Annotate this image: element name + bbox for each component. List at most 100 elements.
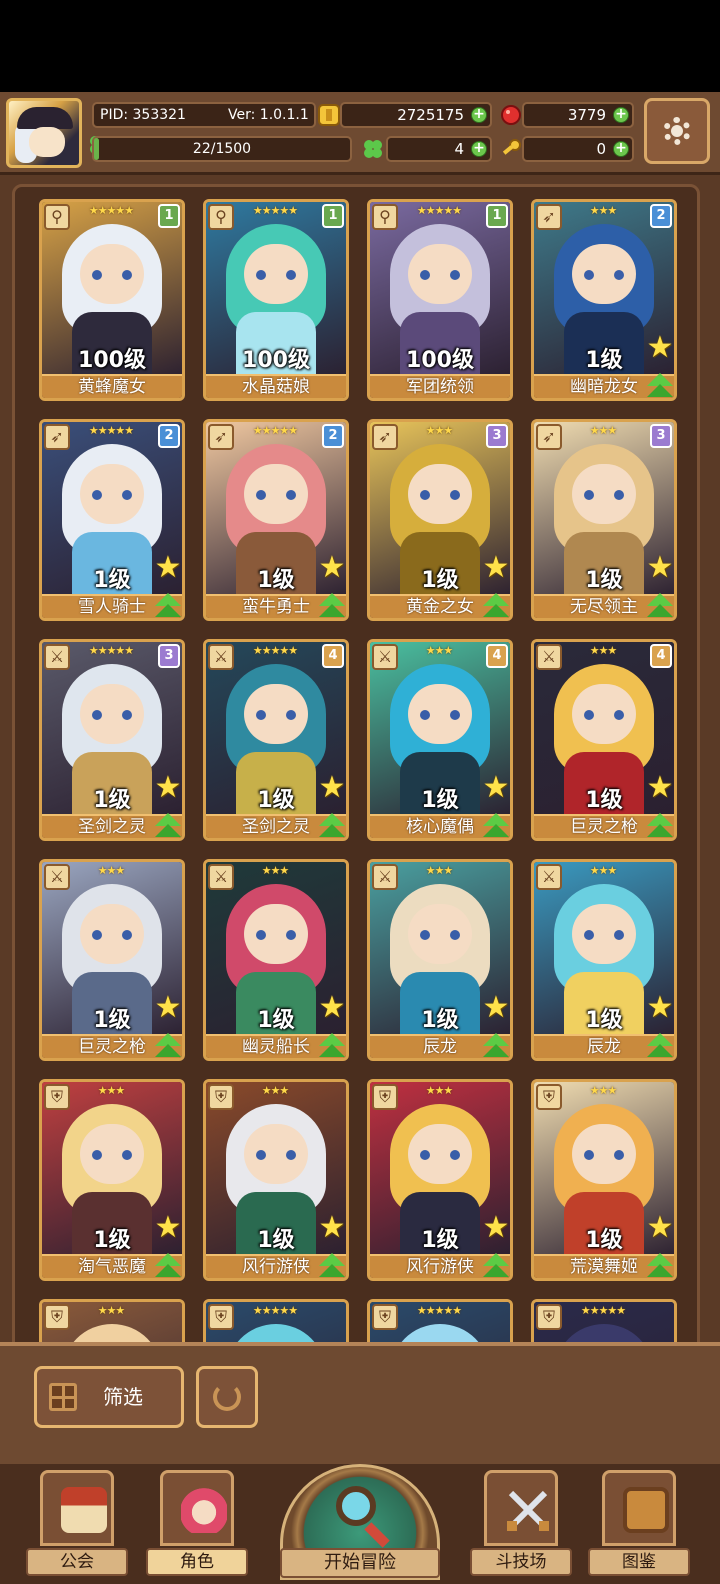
star-rating: ★★★ (97, 1304, 126, 1317)
level-up-arrow-icon[interactable] (647, 813, 673, 839)
level-up-arrow-icon[interactable] (319, 593, 345, 619)
nav-start-adventure[interactable]: 开始冒险 (272, 1464, 448, 1584)
hero-card[interactable]: ⚔ ★★★ 1级 巨灵之枪 (39, 859, 185, 1061)
hero-card[interactable]: ⚔ ★★★ 1级 辰龙 (531, 859, 677, 1061)
hero-card[interactable]: ⛨ ★★★ 1级 淘气恶魔 (39, 1079, 185, 1281)
star-rating: ★★★ (97, 1084, 126, 1097)
nav-codex-plate (602, 1470, 676, 1546)
hero-card[interactable]: ⚲ ★★★★★ 1 100级 黄蜂魔女 (39, 199, 185, 401)
hero-card[interactable]: ⛨ ★★★ 1级 风行游侠 (367, 1079, 513, 1281)
ruby-counter: 3779 + (522, 102, 634, 128)
shield-icon: ⛨ (536, 1084, 562, 1110)
hero-card[interactable]: ⚲ ★★★★★ 1 100级 水晶菇娘 (203, 199, 349, 401)
nav-guild[interactable]: 公会 (26, 1470, 128, 1582)
add-ruby-button[interactable]: + (613, 107, 629, 123)
add-gold-button[interactable]: + (471, 107, 487, 123)
level-up-arrow-icon[interactable] (319, 813, 345, 839)
hero-card[interactable]: ⚔ ★★★★★ 4 1级 圣剑之灵 (203, 639, 349, 841)
shield-icon: ⛨ (536, 1304, 562, 1330)
level-up-arrow-icon[interactable] (319, 1253, 345, 1279)
star-rating: ★★★ (97, 864, 126, 877)
hero-card[interactable]: ⛨ ★★★ 1级 荒漠舞姬 (531, 1079, 677, 1281)
star-rating: ★★★★★ (416, 1304, 462, 1317)
key-counter: 0 + (522, 136, 634, 162)
star-rating: ★★★★★ (252, 644, 298, 657)
level-up-arrow-icon[interactable] (155, 593, 181, 619)
nav-arena-plate (484, 1470, 558, 1546)
hero-eyes (92, 930, 132, 940)
level-up-arrow-icon[interactable] (647, 593, 673, 619)
hero-card[interactable]: ⚔ ★★★ 4 1级 巨灵之枪 (531, 639, 677, 841)
hero-level: 100级 (242, 348, 310, 373)
gold-coin-icon (318, 104, 340, 126)
hero-card[interactable]: ➶ ★★★ 3 1级 黄金之女 (367, 419, 513, 621)
level-up-arrow-icon[interactable] (647, 1033, 673, 1059)
hero-name: 黄蜂魔女 (42, 374, 182, 398)
tier-badge: 4 (322, 644, 344, 668)
shield-icon: ⛨ (372, 1084, 398, 1110)
hero-eyes (584, 270, 624, 280)
star-up-icon: ★ (646, 1210, 674, 1245)
wand-icon: ⚲ (44, 204, 70, 230)
hero-level: 100级 (406, 348, 474, 373)
hero-card[interactable]: ➶ ★★★★★ 2 1级 蛮牛勇士 (203, 419, 349, 621)
nav-arena-label: 斗技场 (470, 1548, 572, 1576)
hero-card[interactable]: ⚔ ★★★ 4 1级 核心魔偶 (367, 639, 513, 841)
game-screen: PID: 353321 Ver: 1.0.1.1 2725175 + 3779 … (0, 92, 720, 1584)
wand-icon: ⚲ (372, 204, 398, 230)
hero-eyes (256, 930, 296, 940)
star-rating: ★★★ (425, 864, 454, 877)
star-up-icon: ★ (646, 770, 674, 805)
star-rating: ★★★★★ (252, 1304, 298, 1317)
hero-card[interactable]: ⚔ ★★★ 1级 幽灵船长 (203, 859, 349, 1061)
tier-badge: 3 (486, 424, 508, 448)
hero-roster-grid[interactable]: ⚲ ★★★★★ 1 100级 黄蜂魔女 ⚲ ★★★★★ 1 100级 水晶菇娘 ⚲ ★★★★… (12, 184, 700, 1444)
star-rating: ★★★ (261, 864, 290, 877)
hero-card[interactable]: ⚲ ★★★★★ 1 100级 军团统领 (367, 199, 513, 401)
hero-eyes (420, 710, 460, 720)
level-up-arrow-icon[interactable] (483, 593, 509, 619)
level-up-arrow-icon[interactable] (647, 373, 673, 399)
tier-badge: 1 (158, 204, 180, 228)
sword-icon: ⚔ (208, 864, 234, 890)
player-avatar[interactable] (6, 98, 82, 168)
bottom-navigation: 公会 角色 开始冒险 斗技场 图鉴 (0, 1464, 720, 1584)
settings-button[interactable] (644, 98, 710, 164)
hero-card[interactable]: ➶ ★★★★★ 2 1级 雪人骑士 (39, 419, 185, 621)
shield-icon: ⛨ (208, 1304, 234, 1330)
avatar-face (29, 127, 65, 157)
nav-codex[interactable]: 图鉴 (588, 1470, 690, 1582)
level-up-arrow-icon[interactable] (155, 813, 181, 839)
hero-card[interactable]: ⛨ ★★★ 1级 风行游侠 (203, 1079, 349, 1281)
character-head-icon (181, 1487, 227, 1533)
hero-card[interactable]: ⚔ ★★★★★ 3 1级 圣剑之灵 (39, 639, 185, 841)
hero-eyes (92, 710, 132, 720)
nav-guild-label: 公会 (26, 1548, 128, 1576)
add-clover-button[interactable]: + (471, 141, 487, 157)
ruby-amount: 3779 (567, 106, 606, 124)
filter-toolbar: 筛选 (0, 1342, 720, 1468)
level-up-arrow-icon[interactable] (483, 813, 509, 839)
hero-card[interactable]: ⚔ ★★★ 1级 辰龙 (367, 859, 513, 1061)
magnifier-icon (336, 1486, 376, 1526)
hero-eyes (584, 490, 624, 500)
level-up-arrow-icon[interactable] (319, 1033, 345, 1059)
hero-card[interactable]: ➶ ★★★ 3 1级 无尽领主 (531, 419, 677, 621)
level-up-arrow-icon[interactable] (155, 1253, 181, 1279)
nav-arena[interactable]: 斗技场 (470, 1470, 572, 1582)
level-up-arrow-icon[interactable] (483, 1033, 509, 1059)
nav-characters[interactable]: 角色 (146, 1470, 248, 1582)
star-rating: ★★★ (425, 1084, 454, 1097)
sword-icon: ⚔ (536, 864, 562, 890)
hero-eyes (420, 930, 460, 940)
level-up-arrow-icon[interactable] (647, 1253, 673, 1279)
star-rating: ★★★★★ (88, 204, 134, 217)
star-up-icon: ★ (482, 1210, 510, 1245)
add-key-button[interactable]: + (613, 141, 629, 157)
level-up-arrow-icon[interactable] (155, 1033, 181, 1059)
hero-card[interactable]: ➶ ★★★ 2 1级 幽暗龙女 (531, 199, 677, 401)
reset-sort-button[interactable] (196, 1366, 258, 1428)
bow-icon: ➶ (536, 204, 562, 230)
level-up-arrow-icon[interactable] (483, 1253, 509, 1279)
filter-button[interactable]: 筛选 (34, 1366, 184, 1428)
